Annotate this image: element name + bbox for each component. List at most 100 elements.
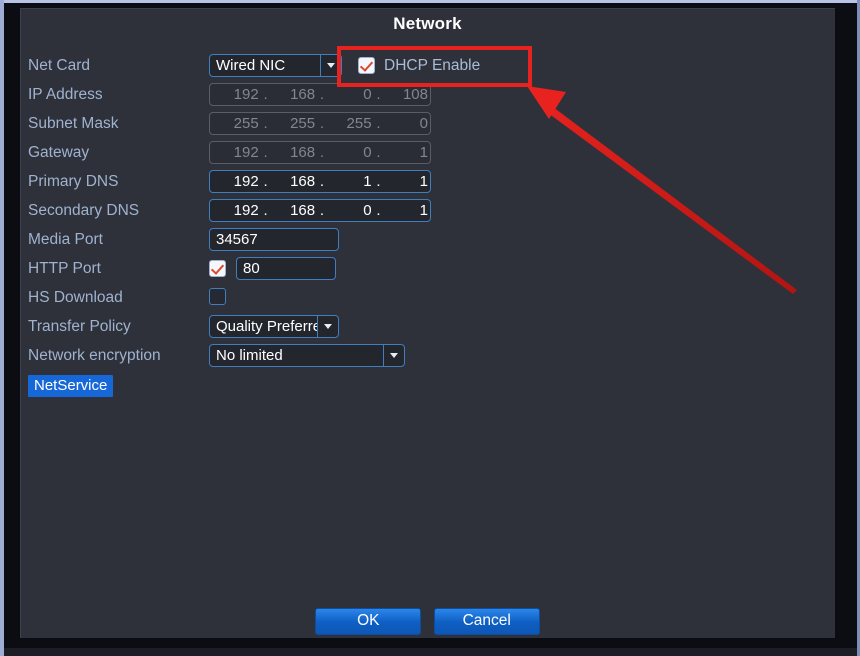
gateway-field: 192 . 168 . 0 . 1 (209, 141, 431, 164)
label-transfer-policy: Transfer Policy (28, 318, 131, 335)
page-title: Network (393, 14, 462, 33)
ip-dot: . (263, 144, 268, 161)
subnet-mask-octet-1: 255 (233, 115, 259, 132)
gateway-octet-1: 192 (233, 144, 259, 161)
ip-address-control: 192 . 168 . 0 . 108 (209, 83, 431, 106)
chevron-down-icon[interactable] (383, 345, 404, 366)
secondary-dns-octet-3: 0 (363, 202, 372, 219)
secondary-dns-octet-4: 1 (419, 202, 428, 219)
label-subnet-mask: Subnet Mask (28, 115, 119, 132)
ip-address-octet-2: 168 (290, 86, 316, 103)
transfer-policy-value: Quality Preferred (216, 318, 317, 335)
network-encryption-dropdown[interactable]: No limited (209, 344, 405, 367)
gateway-octet-2: 168 (290, 144, 316, 161)
subnet-mask-octet-2: 255 (290, 115, 316, 132)
row-hs-download: HS Download (20, 286, 835, 315)
row-network-encryption: Network encryption No limited (20, 344, 835, 373)
label-hs-download: HS Download (28, 289, 123, 306)
ip-dot: . (263, 86, 268, 103)
window-frame-left-edge (0, 0, 4, 656)
media-port-input[interactable]: 34567 (209, 228, 339, 251)
secondary-dns-octet-1: 192 (233, 202, 259, 219)
chevron-down-icon[interactable] (320, 55, 341, 76)
label-primary-dns: Primary DNS (28, 173, 119, 190)
primary-dns-control: 192 . 168 . 1 . 1 (209, 170, 431, 193)
network-encryption-value: No limited (216, 347, 283, 364)
label-gateway: Gateway (28, 144, 90, 161)
window-frame-top-edge (0, 0, 860, 3)
row-primary-dns: Primary DNS 192 . 168 . 1 . 1 (20, 170, 835, 199)
http-port-checkbox[interactable] (209, 260, 226, 277)
dhcp-enable-checkbox[interactable] (358, 57, 375, 74)
primary-dns-octet-2: 168 (290, 173, 316, 190)
primary-dns-octet-1: 192 (233, 173, 259, 190)
network-settings-dialog: Network Net Card Wired NIC DHCP Enable I… (20, 8, 835, 638)
secondary-dns-control: 192 . 168 . 0 . 1 (209, 199, 431, 222)
ip-dot: . (263, 173, 268, 190)
row-gateway: Gateway 192 . 168 . 0 . 1 (20, 141, 835, 170)
gateway-octet-4: 1 (419, 144, 428, 161)
ip-address-octet-3: 0 (363, 86, 372, 103)
hs-download-control (209, 288, 226, 306)
chevron-down-icon[interactable] (317, 316, 338, 337)
ip-dot: . (319, 86, 325, 103)
label-media-port: Media Port (28, 231, 103, 248)
primary-dns-octet-4: 1 (419, 173, 428, 190)
secondary-dns-octet-2: 168 (290, 202, 316, 219)
secondary-dns-field[interactable]: 192 . 168 . 0 . 1 (209, 199, 431, 222)
ip-dot: . (263, 115, 268, 132)
network-form: Net Card Wired NIC DHCP Enable IP Addres… (20, 54, 835, 402)
label-secondary-dns: Secondary DNS (28, 202, 140, 219)
dhcp-enable-label: DHCP Enable (384, 56, 481, 74)
row-netservice: NetService (20, 373, 835, 402)
ip-dot: . (319, 144, 325, 161)
ip-dot: . (376, 115, 381, 132)
row-net-card: Net Card Wired NIC DHCP Enable (20, 54, 835, 83)
ip-dot: . (319, 202, 325, 219)
subnet-mask-control: 255 . 255 . 255 . 0 (209, 112, 431, 135)
ip-dot: . (376, 202, 381, 219)
ip-address-octet-1: 192 (233, 86, 259, 103)
label-network-encryption: Network encryption (28, 347, 161, 364)
primary-dns-field[interactable]: 192 . 168 . 1 . 1 (209, 170, 431, 193)
cancel-button[interactable]: Cancel (433, 608, 540, 635)
http-port-control: 80 (209, 257, 336, 280)
ip-dot: . (319, 115, 325, 132)
ip-dot: . (376, 173, 381, 190)
net-card-value: Wired NIC (216, 57, 286, 74)
row-http-port: HTTP Port 80 (20, 257, 835, 286)
net-card-dropdown[interactable]: Wired NIC (209, 54, 342, 77)
http-port-input[interactable]: 80 (236, 257, 336, 280)
row-transfer-policy: Transfer Policy Quality Preferred (20, 315, 835, 344)
netservice-button[interactable]: NetService (28, 375, 114, 397)
ip-dot: . (263, 202, 268, 219)
ip-dot: . (376, 86, 381, 103)
subnet-mask-field: 255 . 255 . 255 . 0 (209, 112, 431, 135)
label-http-port: HTTP Port (28, 260, 101, 277)
ip-address-field: 192 . 168 . 0 . 108 (209, 83, 431, 106)
subnet-mask-octet-3: 255 (346, 115, 372, 132)
subnet-mask-octet-4: 0 (419, 115, 428, 132)
gateway-control: 192 . 168 . 0 . 1 (209, 141, 431, 164)
primary-dns-octet-3: 1 (363, 173, 372, 190)
hs-download-checkbox[interactable] (209, 288, 226, 306)
ok-button[interactable]: OK (315, 608, 422, 635)
media-port-control: 34567 (209, 228, 339, 251)
ip-dot: . (376, 144, 381, 161)
row-media-port: Media Port 34567 (20, 228, 835, 257)
screen: Network Net Card Wired NIC DHCP Enable I… (0, 0, 860, 656)
network-encryption-control: No limited (209, 344, 405, 367)
label-net-card: Net Card (28, 57, 91, 74)
ip-dot: . (319, 173, 325, 190)
row-ip-address: IP Address 192 . 168 . 0 . 108 (20, 83, 835, 112)
gateway-octet-3: 0 (363, 144, 372, 161)
row-secondary-dns: Secondary DNS 192 . 168 . 0 . 1 (20, 199, 835, 228)
dhcp-enable-control[interactable]: DHCP Enable (358, 57, 480, 75)
dialog-footer: OK Cancel (20, 608, 835, 635)
ip-address-octet-4: 108 (402, 86, 428, 103)
net-card-controls: Wired NIC DHCP Enable (209, 54, 480, 77)
label-ip-address: IP Address (28, 86, 103, 103)
transfer-policy-control: Quality Preferred (209, 315, 339, 338)
transfer-policy-dropdown[interactable]: Quality Preferred (209, 315, 339, 338)
row-subnet-mask: Subnet Mask 255 . 255 . 255 . 0 (20, 112, 835, 141)
